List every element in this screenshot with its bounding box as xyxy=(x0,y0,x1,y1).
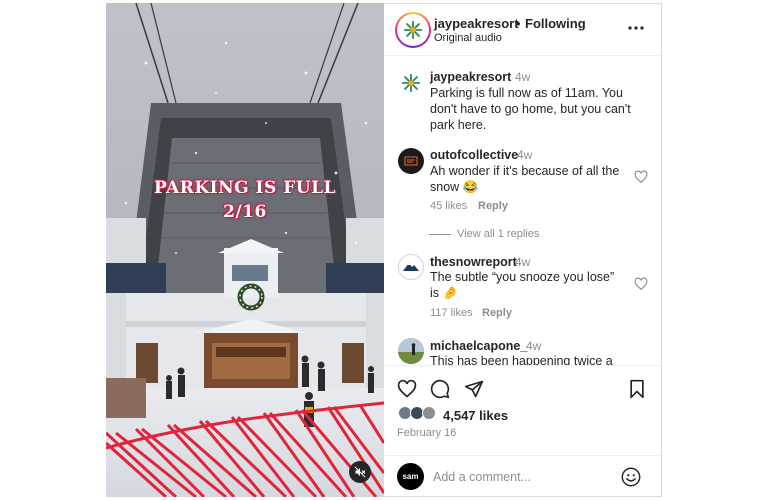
smiley-icon[interactable] xyxy=(620,466,642,488)
comment-username[interactable]: outofcollective xyxy=(430,148,518,162)
post-header: jaypeakresort • Following Original audio xyxy=(384,4,661,56)
like-button[interactable] xyxy=(396,378,418,400)
liker-avatar[interactable] xyxy=(422,406,436,420)
story-ring-avatar[interactable] xyxy=(395,12,431,48)
post-sidebar: jaypeakresort • Following Original audio xyxy=(384,3,662,497)
caption-time: 4w xyxy=(515,70,531,84)
comment-likes-count[interactable]: 117 likes xyxy=(430,307,473,319)
add-comment-input[interactable] xyxy=(433,466,613,488)
comment-avatar[interactable] xyxy=(398,254,424,280)
video-overlay-title: PARKING IS FULL xyxy=(153,178,336,198)
current-user-avatar[interactable]: sam xyxy=(397,463,424,490)
comments-list[interactable]: jaypeakresort 4w Parking is full now as … xyxy=(384,57,661,365)
jaypeak-logo-icon xyxy=(401,73,421,93)
paper-plane-icon xyxy=(464,380,484,398)
comment-avatar[interactable] xyxy=(398,338,424,364)
comment-text: The subtle “you snooze you lose” is 🤌 xyxy=(430,270,615,300)
more-options-button[interactable] xyxy=(624,16,648,40)
more-horizontal-icon xyxy=(628,26,644,30)
caption-text: Parking is full now as of 11am. You don'… xyxy=(430,86,631,132)
original-audio-link[interactable]: Original audio xyxy=(434,32,502,44)
comment-text: This has been happening twice a xyxy=(430,354,613,365)
share-button[interactable] xyxy=(463,378,485,400)
caption-avatar[interactable] xyxy=(398,70,424,96)
comment-like-heart-icon[interactable] xyxy=(634,277,648,291)
comment-likes-count[interactable]: 45 likes xyxy=(430,200,467,212)
comment-icon xyxy=(430,379,450,399)
post-actions: 4,547 likes February 16 xyxy=(384,365,661,455)
caption-username[interactable]: jaypeakresort xyxy=(430,70,511,84)
comment-time: 4w xyxy=(517,148,533,162)
comment-like-heart-icon[interactable] xyxy=(634,170,648,184)
comment-time: 4w xyxy=(526,339,542,353)
comment-text: Ah wonder if it's because of all the sno… xyxy=(430,164,620,194)
mountain-logo-icon xyxy=(403,263,419,271)
save-button[interactable] xyxy=(626,378,648,400)
post-date[interactable]: February 16 xyxy=(397,427,456,439)
golfer-photo-icon xyxy=(398,338,424,364)
comment-time: 4w xyxy=(515,255,531,269)
comment-avatar[interactable] xyxy=(398,148,424,174)
mute-button[interactable] xyxy=(349,461,371,483)
reel-video[interactable]: PARKING IS FULL 2/16 xyxy=(106,3,384,497)
comment-reply-button[interactable]: Reply xyxy=(482,307,512,319)
speaker-muted-icon xyxy=(354,466,366,478)
add-comment-bar: sam xyxy=(384,455,661,497)
header-username[interactable]: jaypeakresort xyxy=(434,16,519,31)
outofcollective-logo-icon xyxy=(404,156,418,166)
comment-reply-button[interactable]: Reply xyxy=(478,200,508,212)
comment-username[interactable]: michaelcapone_ xyxy=(430,339,527,353)
likes-count[interactable]: 4,547 likes xyxy=(443,408,508,423)
replies-divider xyxy=(429,234,451,235)
bookmark-icon xyxy=(630,379,644,399)
jaypeak-logo-icon xyxy=(403,20,423,40)
following-button[interactable]: Following xyxy=(525,16,586,31)
view-replies-button[interactable]: View all 1 replies xyxy=(457,228,539,240)
gondola-station-image xyxy=(106,3,384,497)
comment-button[interactable] xyxy=(429,378,451,400)
comment-username[interactable]: thesnowreport xyxy=(430,255,517,269)
video-overlay-date: 2/16 xyxy=(223,202,267,222)
heart-icon xyxy=(397,379,417,398)
header-separator: • xyxy=(516,16,521,31)
